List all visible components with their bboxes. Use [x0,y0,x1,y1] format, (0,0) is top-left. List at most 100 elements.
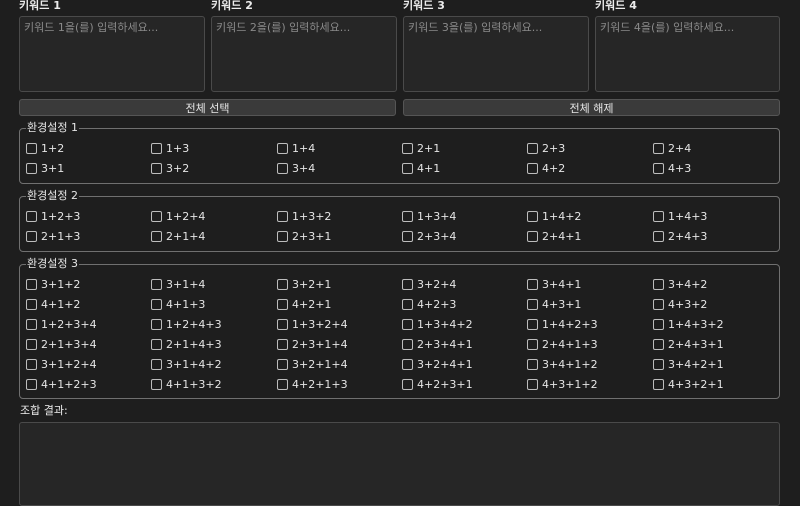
checkbox-box-icon[interactable] [653,378,664,390]
checkbox-box-icon[interactable] [527,278,538,290]
checkbox-box-icon[interactable] [151,230,162,242]
checkbox-box-icon[interactable] [653,358,664,370]
option-checkbox[interactable]: 2+3+1 [277,229,331,243]
checkbox-box-icon[interactable] [26,142,37,154]
checkbox-box-icon[interactable] [277,142,288,154]
option-checkbox[interactable]: 3+2+1 [277,277,331,291]
checkbox-box-icon[interactable] [653,338,664,350]
checkbox-box-icon[interactable] [151,378,162,390]
option-checkbox[interactable]: 2+1+4+3 [151,337,222,351]
option-checkbox[interactable]: 1+2+4+3 [151,317,222,331]
checkbox-box-icon[interactable] [527,230,538,242]
checkbox-box-icon[interactable] [277,378,288,390]
option-checkbox[interactable]: 3+4+1+2 [527,357,598,371]
option-checkbox[interactable]: 4+3+2 [653,297,707,311]
checkbox-box-icon[interactable] [527,142,538,154]
checkbox-box-icon[interactable] [26,162,37,174]
option-checkbox[interactable]: 1+4+2+3 [527,317,598,331]
option-checkbox[interactable]: 4+2+3 [402,297,456,311]
checkbox-box-icon[interactable] [26,338,37,350]
option-checkbox[interactable]: 4+1+3+2 [151,377,222,391]
option-checkbox[interactable]: 1+4+3+2 [653,317,724,331]
option-checkbox[interactable]: 2+1 [402,141,440,155]
select-all-button[interactable]: 전체 선택 [19,99,396,116]
checkbox-box-icon[interactable] [151,162,162,174]
option-checkbox[interactable]: 1+3+2 [277,209,331,223]
option-checkbox[interactable]: 2+4+1+3 [527,337,598,351]
option-checkbox[interactable]: 4+1+3 [151,297,205,311]
checkbox-box-icon[interactable] [402,162,413,174]
checkbox-box-icon[interactable] [527,162,538,174]
checkbox-box-icon[interactable] [653,210,664,222]
option-checkbox[interactable]: 1+4 [277,141,315,155]
checkbox-box-icon[interactable] [527,338,538,350]
checkbox-box-icon[interactable] [527,210,538,222]
option-checkbox[interactable]: 4+3 [653,161,691,175]
option-checkbox[interactable]: 4+2 [527,161,565,175]
option-checkbox[interactable]: 3+1+2+4 [26,357,97,371]
option-checkbox[interactable]: 1+3 [151,141,189,155]
checkbox-box-icon[interactable] [653,142,664,154]
option-checkbox[interactable]: 1+2+3 [26,209,80,223]
checkbox-box-icon[interactable] [653,318,664,330]
option-checkbox[interactable]: 3+1+4+2 [151,357,222,371]
keyword-input-3[interactable]: 키워드 3을(를) 입력하세요... [403,16,589,92]
option-checkbox[interactable]: 2+1+3+4 [26,337,97,351]
checkbox-box-icon[interactable] [527,318,538,330]
checkbox-box-icon[interactable] [151,278,162,290]
checkbox-box-icon[interactable] [277,298,288,310]
checkbox-box-icon[interactable] [26,210,37,222]
keyword-input-1[interactable]: 키워드 1을(를) 입력하세요... [19,16,205,92]
checkbox-box-icon[interactable] [151,358,162,370]
checkbox-box-icon[interactable] [151,142,162,154]
option-checkbox[interactable]: 3+4 [277,161,315,175]
checkbox-box-icon[interactable] [653,278,664,290]
option-checkbox[interactable]: 4+2+3+1 [402,377,473,391]
checkbox-box-icon[interactable] [653,162,664,174]
checkbox-box-icon[interactable] [402,230,413,242]
checkbox-box-icon[interactable] [277,318,288,330]
checkbox-box-icon[interactable] [277,278,288,290]
checkbox-box-icon[interactable] [277,358,288,370]
checkbox-box-icon[interactable] [653,298,664,310]
option-checkbox[interactable]: 1+3+2+4 [277,317,348,331]
option-checkbox[interactable]: 3+4+1 [527,277,581,291]
checkbox-box-icon[interactable] [402,378,413,390]
option-checkbox[interactable]: 4+1+2+3 [26,377,97,391]
option-checkbox[interactable]: 4+1 [402,161,440,175]
option-checkbox[interactable]: 1+2 [26,141,64,155]
option-checkbox[interactable]: 2+4 [653,141,691,155]
checkbox-box-icon[interactable] [402,358,413,370]
option-checkbox[interactable]: 2+1+4 [151,229,205,243]
result-textarea[interactable] [19,422,780,506]
checkbox-box-icon[interactable] [26,230,37,242]
option-checkbox[interactable]: 2+3+1+4 [277,337,348,351]
checkbox-box-icon[interactable] [151,338,162,350]
option-checkbox[interactable]: 2+4+3 [653,229,707,243]
option-checkbox[interactable]: 4+1+2 [26,297,80,311]
option-checkbox[interactable]: 3+4+2+1 [653,357,724,371]
checkbox-box-icon[interactable] [277,230,288,242]
option-checkbox[interactable]: 3+2 [151,161,189,175]
checkbox-box-icon[interactable] [151,318,162,330]
option-checkbox[interactable]: 4+3+1+2 [527,377,598,391]
option-checkbox[interactable]: 4+3+1 [527,297,581,311]
option-checkbox[interactable]: 3+2+1+4 [277,357,348,371]
option-checkbox[interactable]: 3+2+4 [402,277,456,291]
keyword-input-4[interactable]: 키워드 4을(를) 입력하세요... [595,16,780,92]
checkbox-box-icon[interactable] [26,298,37,310]
option-checkbox[interactable]: 4+2+1+3 [277,377,348,391]
option-checkbox[interactable]: 3+4+2 [653,277,707,291]
checkbox-box-icon[interactable] [527,298,538,310]
checkbox-box-icon[interactable] [26,358,37,370]
option-checkbox[interactable]: 3+2+4+1 [402,357,473,371]
checkbox-box-icon[interactable] [151,298,162,310]
checkbox-box-icon[interactable] [26,318,37,330]
option-checkbox[interactable]: 2+4+3+1 [653,337,724,351]
checkbox-box-icon[interactable] [277,210,288,222]
checkbox-box-icon[interactable] [402,278,413,290]
option-checkbox[interactable]: 1+2+3+4 [26,317,97,331]
option-checkbox[interactable]: 3+1+2 [26,277,80,291]
checkbox-box-icon[interactable] [26,378,37,390]
deselect-all-button[interactable]: 전체 해제 [403,99,780,116]
